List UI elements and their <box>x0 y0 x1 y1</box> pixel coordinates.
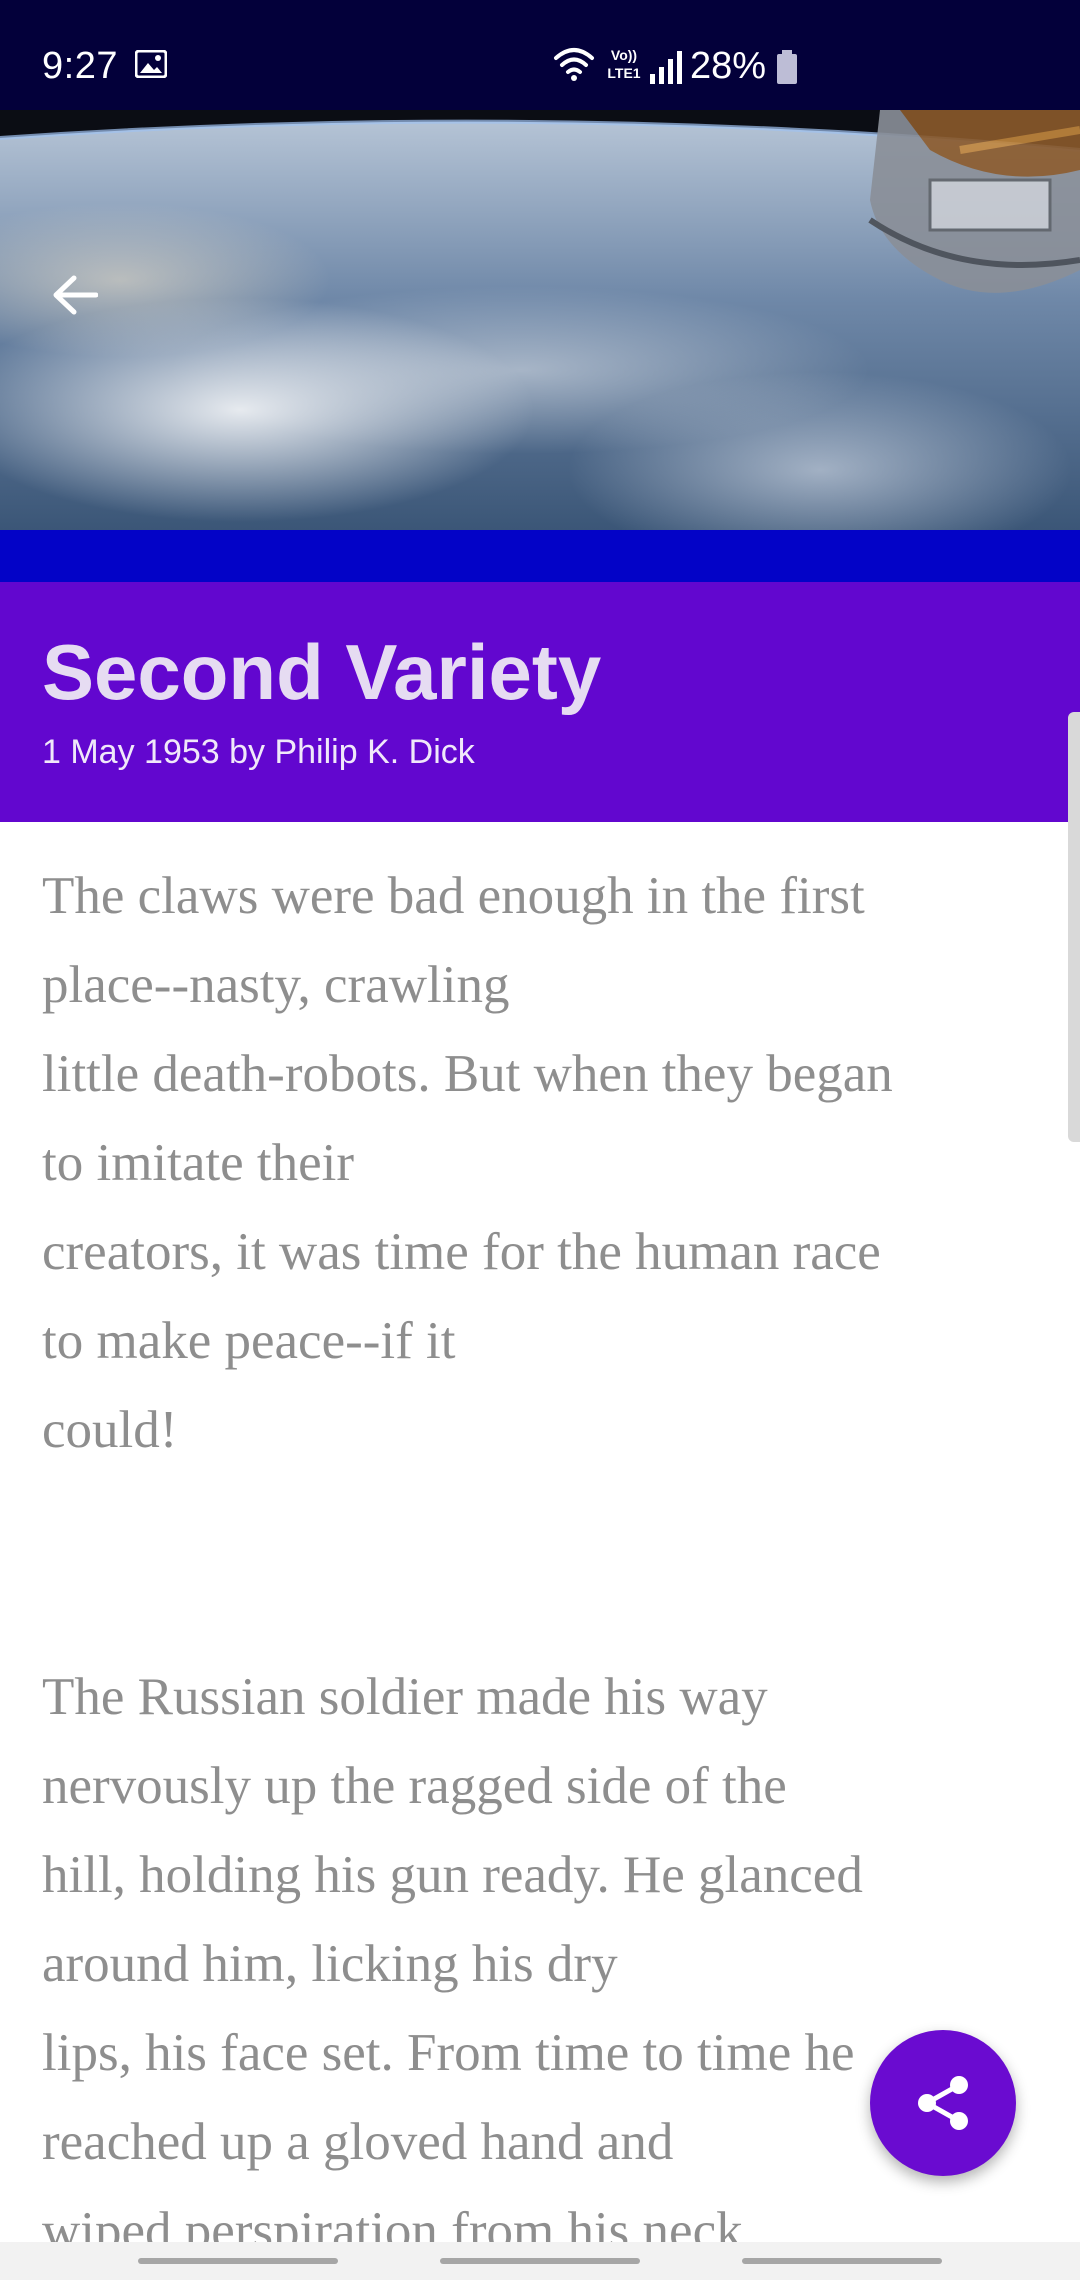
nav-handle-left[interactable] <box>138 2258 338 2264</box>
gallery-icon <box>135 50 167 78</box>
story-header: Second Variety 1 May 1953 by Philip K. D… <box>0 582 1080 822</box>
text-line: place--nasty, crawling <box>42 956 510 1014</box>
nav-handle-right[interactable] <box>742 2258 942 2264</box>
nav-handle-center[interactable] <box>440 2258 640 2264</box>
text-line: creators, it was time for the human race <box>42 1223 881 1281</box>
text-line: to make peace--if it <box>42 1312 456 1370</box>
hero-image <box>0 110 1080 530</box>
battery-icon <box>777 50 797 84</box>
story-byline: 1 May 1953 by Philip K. Dick <box>42 733 475 771</box>
signal-icon <box>650 51 682 84</box>
volte-lte-icon: Vo)) LTE1 <box>607 47 640 81</box>
wifi-icon <box>554 48 594 81</box>
text-line: to imitate their <box>42 1134 355 1192</box>
arrow-left-icon <box>53 275 98 315</box>
text-line: The Russian soldier made his way <box>42 1668 768 1726</box>
story-title: Second Variety <box>42 628 602 716</box>
scrollbar[interactable] <box>1068 712 1080 1142</box>
share-icon <box>918 2076 968 2130</box>
article-body: The claws were bad enough in the first p… <box>42 852 1042 2242</box>
share-button[interactable] <box>870 2030 1016 2176</box>
text-line: could! <box>42 1401 178 1459</box>
text-line: hill, holding his gun ready. He glanced <box>42 1846 863 1904</box>
text-line: wiped perspiration from his neck, <box>42 2202 756 2242</box>
gesture-nav-bar <box>0 2242 1080 2280</box>
svg-text:Vo)): Vo)) <box>611 47 637 63</box>
article-paragraph: The claws were bad enough in the first p… <box>42 852 1042 1475</box>
text-line: nervously up the ragged side of the <box>42 1757 787 1815</box>
accent-band <box>0 530 1080 582</box>
status-time: 9:27 <box>42 45 118 87</box>
text-line: little death-robots. But when they began <box>42 1045 893 1103</box>
text-line: around him, licking his dry <box>42 1935 618 1993</box>
battery-percentage: 28% <box>690 45 767 87</box>
status-bar: 9:27 Vo)) LTE1 28% <box>0 0 1080 110</box>
earth-from-space-image <box>0 110 1080 293</box>
text-line: The claws were bad enough in the first <box>42 867 865 925</box>
back-button[interactable] <box>40 260 110 330</box>
svg-text:LTE1: LTE1 <box>607 65 640 81</box>
